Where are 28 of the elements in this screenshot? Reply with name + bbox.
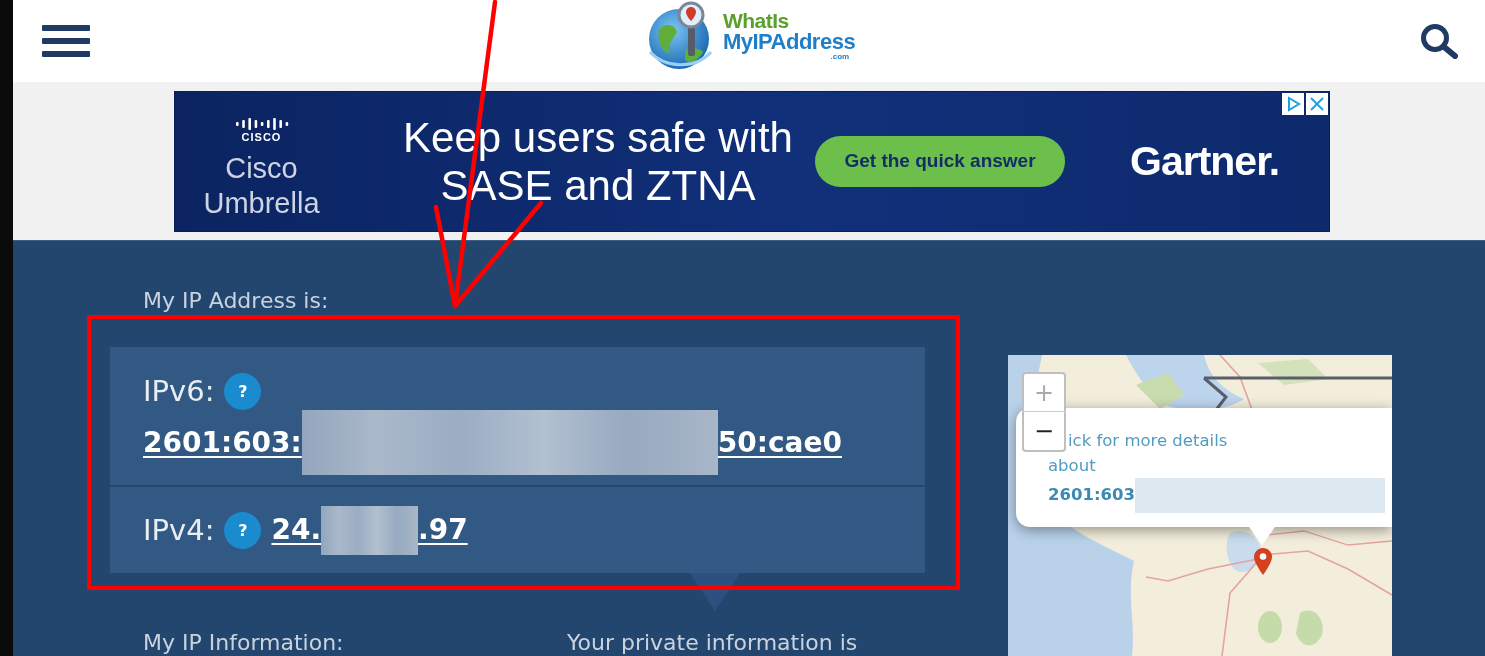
ip-address-link[interactable]: .97 bbox=[418, 512, 468, 548]
ip-address-link[interactable]: 50:cae0 bbox=[717, 424, 842, 461]
popup-link-text[interactable]: ick for more details bbox=[1068, 428, 1228, 453]
product-name: Cisco Umbrella bbox=[203, 151, 320, 221]
zoom-out-button[interactable]: − bbox=[1022, 412, 1066, 452]
ad-choices-icon[interactable] bbox=[1282, 93, 1304, 115]
search-icon[interactable] bbox=[1420, 23, 1458, 59]
menu-icon[interactable] bbox=[42, 25, 90, 57]
logo-domain-suffix: .com bbox=[830, 53, 850, 61]
info-heading: My IP Information: bbox=[143, 630, 345, 656]
ip-address-link[interactable]: 24. bbox=[271, 512, 322, 548]
ip-version-label: IPv6: bbox=[143, 373, 215, 410]
ip-address-link[interactable]: 2601:603: bbox=[143, 424, 302, 461]
section-heading: My IP Address is: bbox=[143, 288, 329, 314]
info-heading: Your private information is bbox=[567, 630, 858, 656]
logo-text[interactable]: WhatIs bbox=[722, 10, 789, 31]
help-button[interactable]: ? bbox=[224, 373, 262, 410]
zoom-in-button[interactable]: + bbox=[1022, 372, 1066, 412]
map-marker-icon[interactable] bbox=[1254, 548, 1272, 575]
help-button[interactable]: ? bbox=[224, 511, 262, 549]
ip-version-label: IPv4: bbox=[143, 511, 215, 549]
ad-cta-button[interactable]: Get the quick answer bbox=[815, 136, 1065, 187]
popup-link-text[interactable]: about bbox=[1048, 453, 1096, 478]
sponsor-wordmark: Gartner. bbox=[1130, 136, 1280, 186]
popup-address-text[interactable]: 2601:603 bbox=[1048, 483, 1135, 508]
brand-wordmark: CISCO bbox=[241, 131, 282, 143]
close-icon[interactable] bbox=[1306, 93, 1328, 115]
logo-text[interactable]: MyIPAddress bbox=[722, 31, 856, 53]
